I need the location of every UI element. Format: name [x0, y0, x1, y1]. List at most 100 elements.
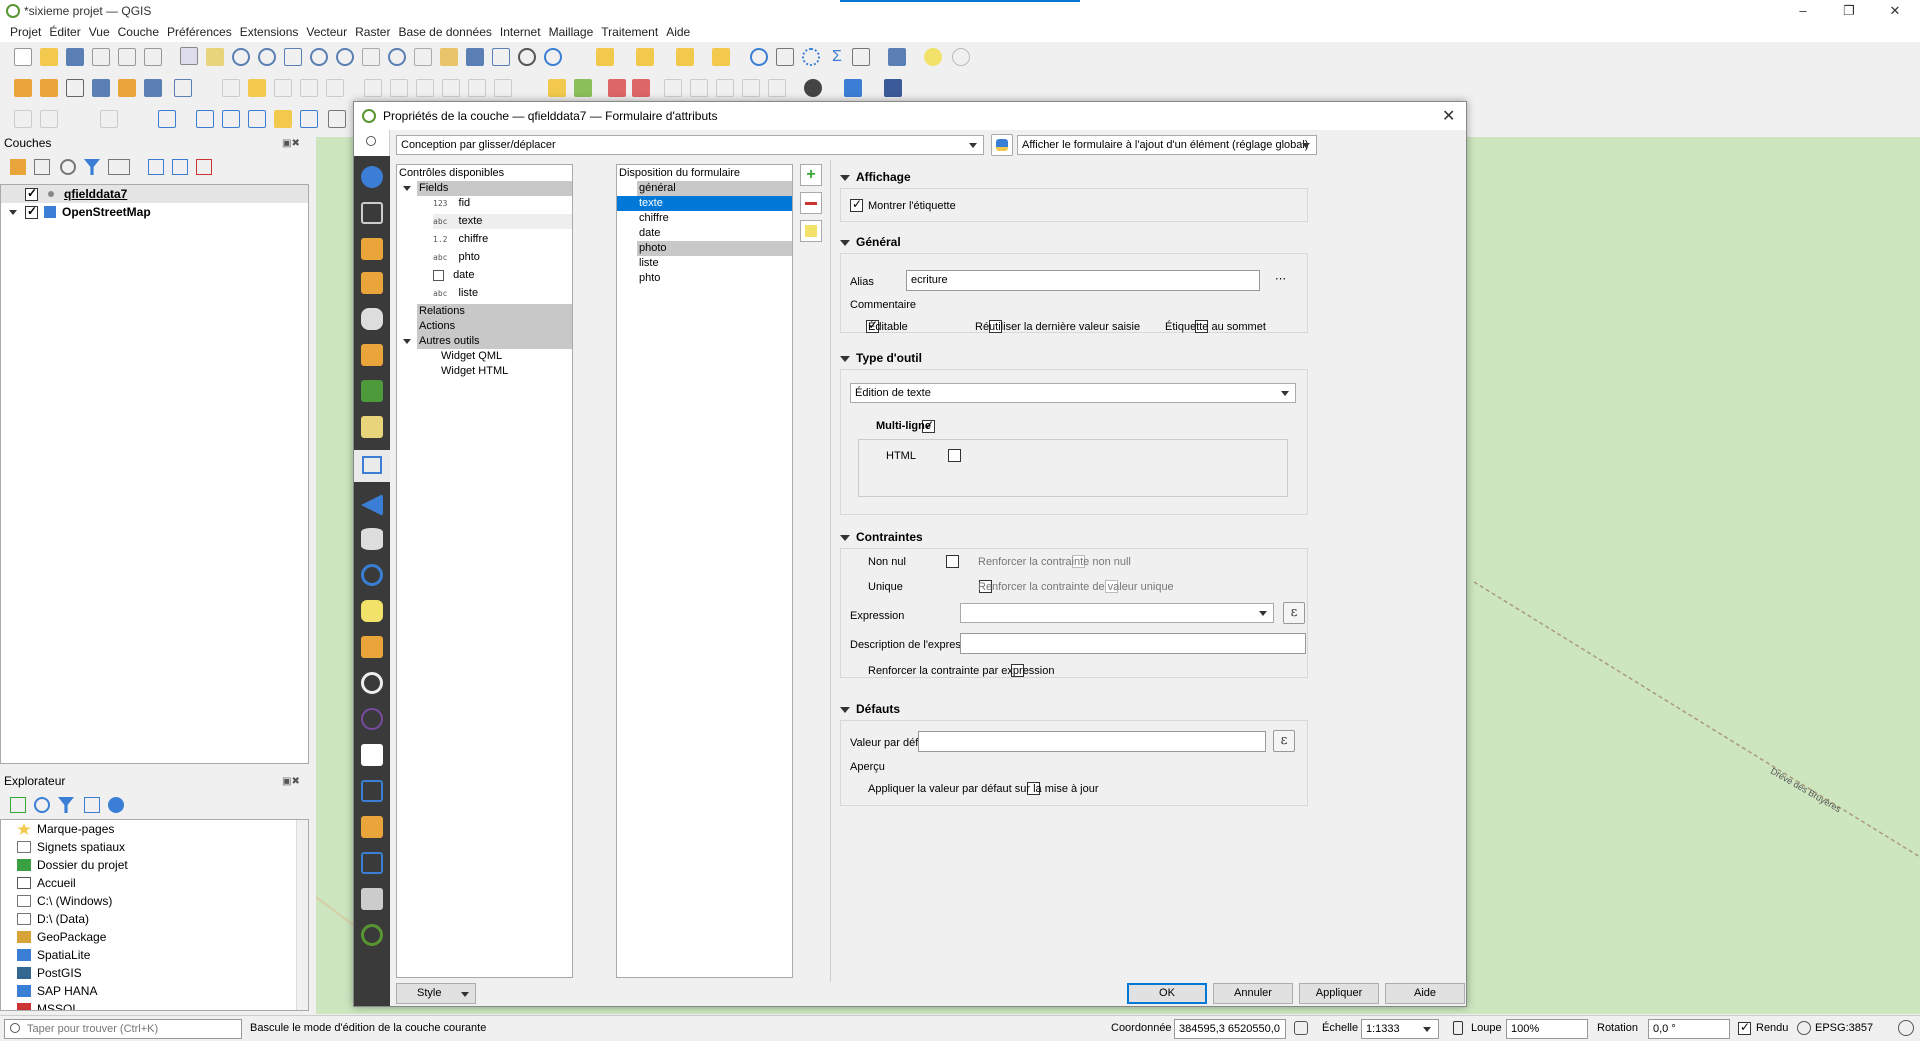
actions-icon[interactable] [361, 564, 383, 586]
dependencies-icon[interactable] [361, 780, 383, 802]
cancel-button[interactable]: Annuler [1213, 983, 1293, 1004]
map-tips-icon[interactable] [888, 48, 906, 66]
fields-icon[interactable] [361, 416, 383, 438]
layer-name[interactable]: qfielddata7 [64, 187, 127, 201]
layout-item[interactable]: phto [637, 271, 792, 286]
widget-type-select[interactable]: Édition de texte [850, 383, 1296, 403]
suppress-form-select[interactable]: Afficher le formulaire à l'ajout d'un él… [1017, 135, 1317, 155]
zoom-out-icon[interactable] [258, 48, 276, 66]
ok-button[interactable]: OK [1127, 983, 1207, 1004]
annotation-icon[interactable] [924, 48, 942, 66]
constraints-section-header[interactable]: Contraintes [840, 530, 923, 544]
menu-base-de-donnees[interactable]: Base de données [394, 22, 495, 42]
layer-visibility-checkbox[interactable] [25, 186, 38, 201]
3d-view-icon[interactable] [361, 344, 383, 366]
field-item[interactable]: abc texte [433, 214, 572, 229]
browser-item[interactable]: C:\ (Windows) [1, 892, 308, 910]
snap-icon[interactable] [158, 110, 176, 128]
remove-layer-icon[interactable] [196, 159, 212, 175]
pan-to-selection-icon[interactable] [206, 48, 224, 66]
browser-item[interactable]: Dossier du projet [1, 856, 308, 874]
legend-icon[interactable] [361, 816, 383, 838]
layer-row[interactable]: OpenStreetMap [1, 203, 308, 221]
new-shapefile-icon[interactable] [66, 79, 84, 97]
browser-item[interactable]: D:\ (Data) [1, 910, 308, 928]
rotation-field[interactable]: 0,0 ° [1648, 1019, 1730, 1039]
expression-description-input[interactable] [960, 633, 1306, 654]
alias-input[interactable]: ecriture [906, 270, 1260, 291]
save-edits-icon[interactable] [274, 79, 292, 97]
layer-name[interactable]: OpenStreetMap [62, 205, 151, 219]
diagram-move-icon[interactable] [716, 79, 734, 97]
new-scratch-layer-icon[interactable] [118, 79, 136, 97]
label-icon[interactable] [548, 79, 566, 97]
general-section-header[interactable]: Général [840, 235, 901, 249]
open-layer-styling-icon[interactable] [10, 159, 26, 175]
show-label-checkbox[interactable] [850, 197, 863, 212]
style-menu-button[interactable]: Style [396, 983, 476, 1004]
refresh-browser-icon[interactable] [34, 797, 50, 813]
digitize-icon[interactable] [14, 110, 32, 128]
copy-icon[interactable] [416, 79, 434, 97]
snap-vertex-icon[interactable] [196, 110, 214, 128]
advanced-edit-icon[interactable] [100, 110, 118, 128]
measure-icon[interactable] [852, 48, 870, 66]
measure-disabled-icon[interactable] [952, 48, 970, 66]
trace-icon[interactable] [40, 110, 58, 128]
info-icon[interactable] [108, 797, 124, 813]
browser-item[interactable]: Marque-pages [1, 820, 308, 838]
refresh-icon[interactable] [544, 48, 562, 66]
toggle-extents-icon[interactable] [1294, 1021, 1308, 1035]
crs-globe-icon[interactable] [1797, 1021, 1811, 1035]
qgis-server-icon[interactable] [361, 852, 383, 874]
symbology-icon[interactable] [361, 238, 383, 260]
identify-icon[interactable] [750, 48, 768, 66]
data-source-manager-icon[interactable] [14, 79, 32, 97]
browser-item[interactable]: SAP HANA [1, 982, 308, 1000]
menu-projet[interactable]: Projet [6, 22, 45, 42]
bookmark-icon[interactable] [492, 48, 510, 66]
render-checkbox[interactable] [1738, 1020, 1751, 1035]
vertex-tool-icon[interactable] [326, 79, 344, 97]
expand-arrow-icon[interactable] [403, 186, 411, 191]
topology-icon[interactable] [274, 110, 292, 128]
panel-float-close-icons[interactable]: ▣✖ [282, 138, 300, 149]
crs-label[interactable]: EPSG:3857 [1815, 1022, 1873, 1034]
zoom-selection-icon[interactable] [310, 48, 328, 66]
panel-float-close-icons[interactable]: ▣✖ [282, 776, 300, 787]
layout-item[interactable]: liste [637, 256, 792, 271]
select-features-icon[interactable] [596, 48, 614, 66]
menu-couche[interactable]: Couche [114, 22, 163, 42]
locator-search-input[interactable]: Taper pour trouver (Ctrl+K) [4, 1019, 242, 1039]
add-feature-icon[interactable] [300, 79, 318, 97]
field-item[interactable]: 123 fid [433, 196, 572, 211]
actions-group[interactable]: Actions [417, 319, 572, 334]
new-spatialite-icon[interactable] [92, 79, 110, 97]
label-move-icon[interactable] [632, 79, 650, 97]
layout-item-selected[interactable]: texte [617, 196, 792, 211]
menu-maillage[interactable]: Maillage [545, 22, 598, 42]
fields-group[interactable]: Fields [417, 181, 572, 196]
toggle-editing-icon[interactable] [248, 79, 266, 97]
python-init-button[interactable] [991, 134, 1013, 156]
browser-item[interactable]: PostGIS [1, 964, 308, 982]
apply-button[interactable]: Appliquer [1299, 983, 1379, 1004]
layer-row[interactable]: qfielddata7 [1, 185, 308, 203]
field-item[interactable]: 1.2 chiffre [433, 232, 572, 247]
edit-pencil-icon[interactable] [222, 79, 240, 97]
defaults-section-header[interactable]: Défauts [840, 702, 900, 716]
menu-internet[interactable]: Internet [496, 22, 545, 42]
widget-qml-item[interactable]: Widget QML [441, 349, 572, 364]
browser-item[interactable]: SpatiaLite [1, 946, 308, 964]
filter-by-expression-icon[interactable] [108, 159, 130, 175]
layout-item[interactable]: photo [637, 241, 792, 256]
variables-icon[interactable] [361, 708, 383, 730]
redo-icon[interactable] [494, 79, 512, 97]
metadata-icon[interactable] [361, 744, 383, 766]
zoom-next-icon[interactable] [414, 48, 432, 66]
zoom-in-icon[interactable] [232, 48, 250, 66]
more-options-button[interactable]: ⋯ [1275, 272, 1286, 285]
field-item[interactable]: abc phto [433, 250, 572, 265]
text-tool-icon[interactable] [328, 110, 346, 128]
collapse-browser-icon[interactable] [84, 797, 100, 813]
